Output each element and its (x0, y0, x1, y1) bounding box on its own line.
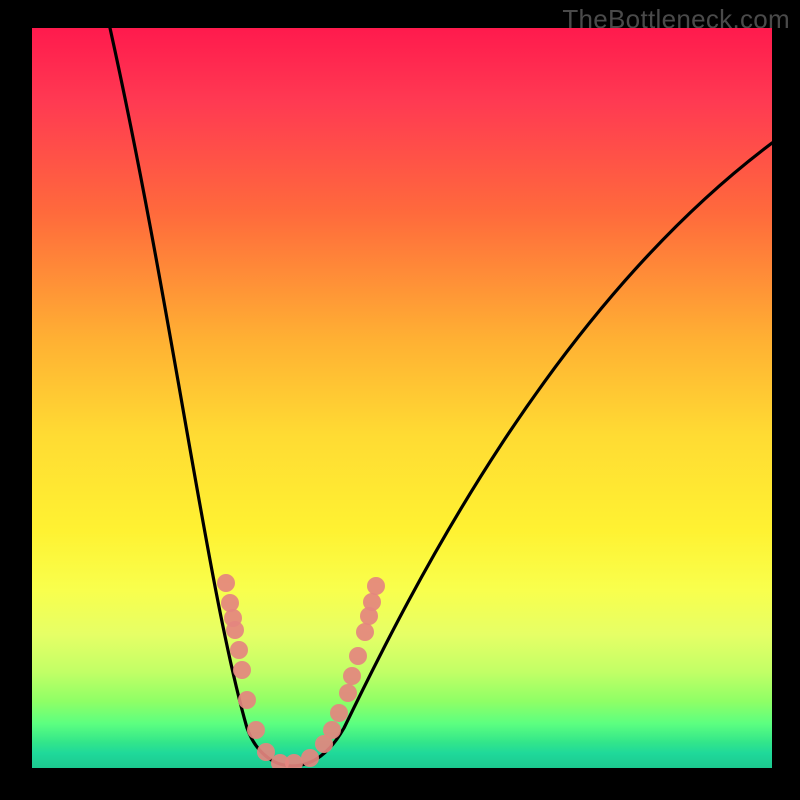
dot (233, 661, 251, 679)
highlight-dots (217, 574, 385, 768)
dot (247, 721, 265, 739)
dot (343, 667, 361, 685)
dot (230, 641, 248, 659)
dot (323, 721, 341, 739)
dot (301, 749, 319, 767)
dot (221, 594, 239, 612)
chart-frame: TheBottleneck.com (0, 0, 800, 800)
dot (363, 593, 381, 611)
dot (217, 574, 235, 592)
dot (285, 754, 303, 768)
dot (226, 621, 244, 639)
dot (238, 691, 256, 709)
dot (367, 577, 385, 595)
dot (339, 684, 357, 702)
dot (349, 647, 367, 665)
bottleneck-curve (110, 28, 772, 766)
dot (356, 623, 374, 641)
dot (330, 704, 348, 722)
curve-layer (32, 28, 772, 768)
dot (257, 743, 275, 761)
plot-area (32, 28, 772, 768)
